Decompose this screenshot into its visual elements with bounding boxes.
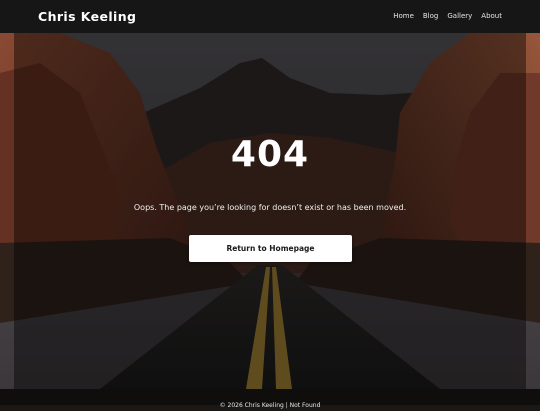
footer-text: © 2026 Chris Keeling | Not Found	[219, 402, 321, 409]
nav-link-gallery[interactable]: Gallery	[447, 12, 472, 21]
nav-link-home[interactable]: Home	[393, 12, 414, 21]
main-nav: Home Blog Gallery About	[393, 12, 502, 21]
nav-link-about[interactable]: About	[481, 12, 502, 21]
site-brand[interactable]: Chris Keeling	[38, 9, 136, 24]
site-header: Chris Keeling Home Blog Gallery About	[0, 0, 540, 33]
error-code: 404	[230, 134, 310, 175]
error-content: 404 Oops. The page you’re looking for do…	[0, 33, 540, 389]
error-message: Oops. The page you’re looking for doesn’…	[133, 203, 407, 212]
return-home-button[interactable]: Return to Homepage	[189, 235, 352, 262]
nav-link-blog[interactable]: Blog	[423, 12, 438, 21]
site-footer: © 2026 Chris Keeling | Not Found	[0, 389, 540, 409]
